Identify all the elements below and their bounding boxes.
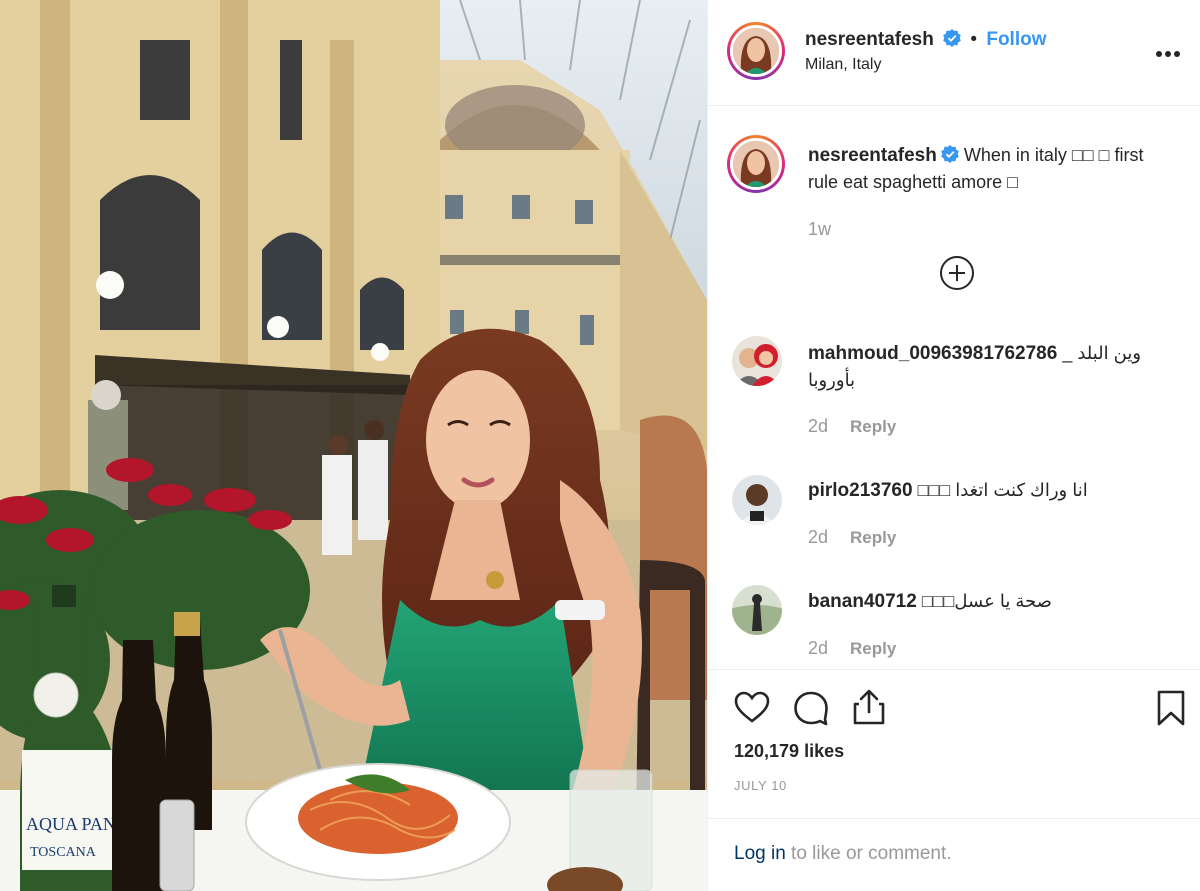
- post-location[interactable]: Milan, Italy: [805, 56, 881, 74]
- comment-text: صحة يا عسل□□□: [921, 591, 1052, 611]
- reply-button[interactable]: Reply: [850, 639, 896, 658]
- comment-time[interactable]: 2d: [808, 416, 828, 436]
- post-header: nesreentafesh • Follow Milan, Italy: [708, 0, 1200, 106]
- caption-author-avatar[interactable]: [727, 135, 785, 193]
- post-photo-illustration: AQUA PANNA TOSCANA: [0, 0, 707, 891]
- comment-username[interactable]: banan40712: [808, 591, 917, 612]
- comment-button[interactable]: [791, 688, 831, 728]
- login-prompt: Log in to like or comment.: [708, 818, 1200, 891]
- comment-time[interactable]: 2d: [808, 638, 828, 658]
- caption-username[interactable]: nesreentafesh: [808, 145, 937, 166]
- follow-button[interactable]: Follow: [986, 29, 1046, 50]
- bookmark-icon: [1157, 690, 1185, 726]
- login-link[interactable]: Log in: [734, 843, 786, 864]
- caption-timestamp[interactable]: 1w: [808, 219, 831, 240]
- like-count[interactable]: 120,179 likes: [734, 741, 844, 762]
- comment-body: banan40712 صحة يا عسل□□□: [808, 588, 1168, 615]
- post-caption: nesreentafesh When in italy □□ □ first r…: [808, 142, 1168, 196]
- comment-text: انا وراك كنت اتغدا □□□: [917, 480, 1088, 500]
- reply-button[interactable]: Reply: [850, 417, 896, 436]
- comment-meta: 2d Reply: [808, 638, 896, 659]
- header-separator: •: [970, 29, 978, 50]
- verified-badge-icon: [943, 29, 961, 47]
- post-actions: 120,179 likes JULY 10 Log in to like or …: [708, 669, 1200, 891]
- comment-meta: 2d Reply: [808, 527, 896, 548]
- share-button[interactable]: [849, 688, 889, 728]
- commenter-avatar[interactable]: [732, 475, 782, 525]
- save-button[interactable]: [1151, 688, 1191, 728]
- commenter-avatar[interactable]: [732, 336, 782, 386]
- author-username[interactable]: nesreentafesh: [805, 29, 934, 50]
- commenter-avatar[interactable]: [732, 585, 782, 635]
- comment-icon: [794, 691, 828, 726]
- login-prompt-rest: to like or comment.: [785, 843, 952, 864]
- comment-time[interactable]: 2d: [808, 527, 828, 547]
- more-options-icon[interactable]: [1155, 38, 1181, 64]
- share-icon: [853, 689, 885, 725]
- comment-body: mahmoud_00963981762786 وين البلد _ بأورو…: [808, 340, 1168, 394]
- comment-username[interactable]: pirlo213760: [808, 480, 913, 501]
- more-horizontal-icon: [1156, 51, 1180, 57]
- comment-meta: 2d Reply: [808, 416, 896, 437]
- like-button[interactable]: [732, 688, 772, 728]
- reply-button[interactable]: Reply: [850, 528, 896, 547]
- comment-username[interactable]: mahmoud_00963981762786: [808, 343, 1057, 364]
- author-avatar[interactable]: [727, 22, 785, 80]
- post-side-panel: nesreentafesh • Follow Milan, Italy nesr…: [707, 0, 1200, 891]
- plus-circle-icon[interactable]: [940, 256, 974, 290]
- heart-icon: [734, 691, 770, 723]
- header-username-row: nesreentafesh • Follow: [805, 29, 1047, 51]
- post-photo[interactable]: AQUA PANNA TOSCANA: [0, 0, 707, 891]
- login-prompt-text: Log in to like or comment.: [734, 843, 952, 865]
- svg-text:TOSCANA: TOSCANA: [30, 845, 97, 860]
- verified-badge-icon: [941, 145, 959, 163]
- post-date[interactable]: JULY 10: [734, 778, 787, 793]
- comment-body: pirlo213760 انا وراك كنت اتغدا □□□: [808, 477, 1168, 504]
